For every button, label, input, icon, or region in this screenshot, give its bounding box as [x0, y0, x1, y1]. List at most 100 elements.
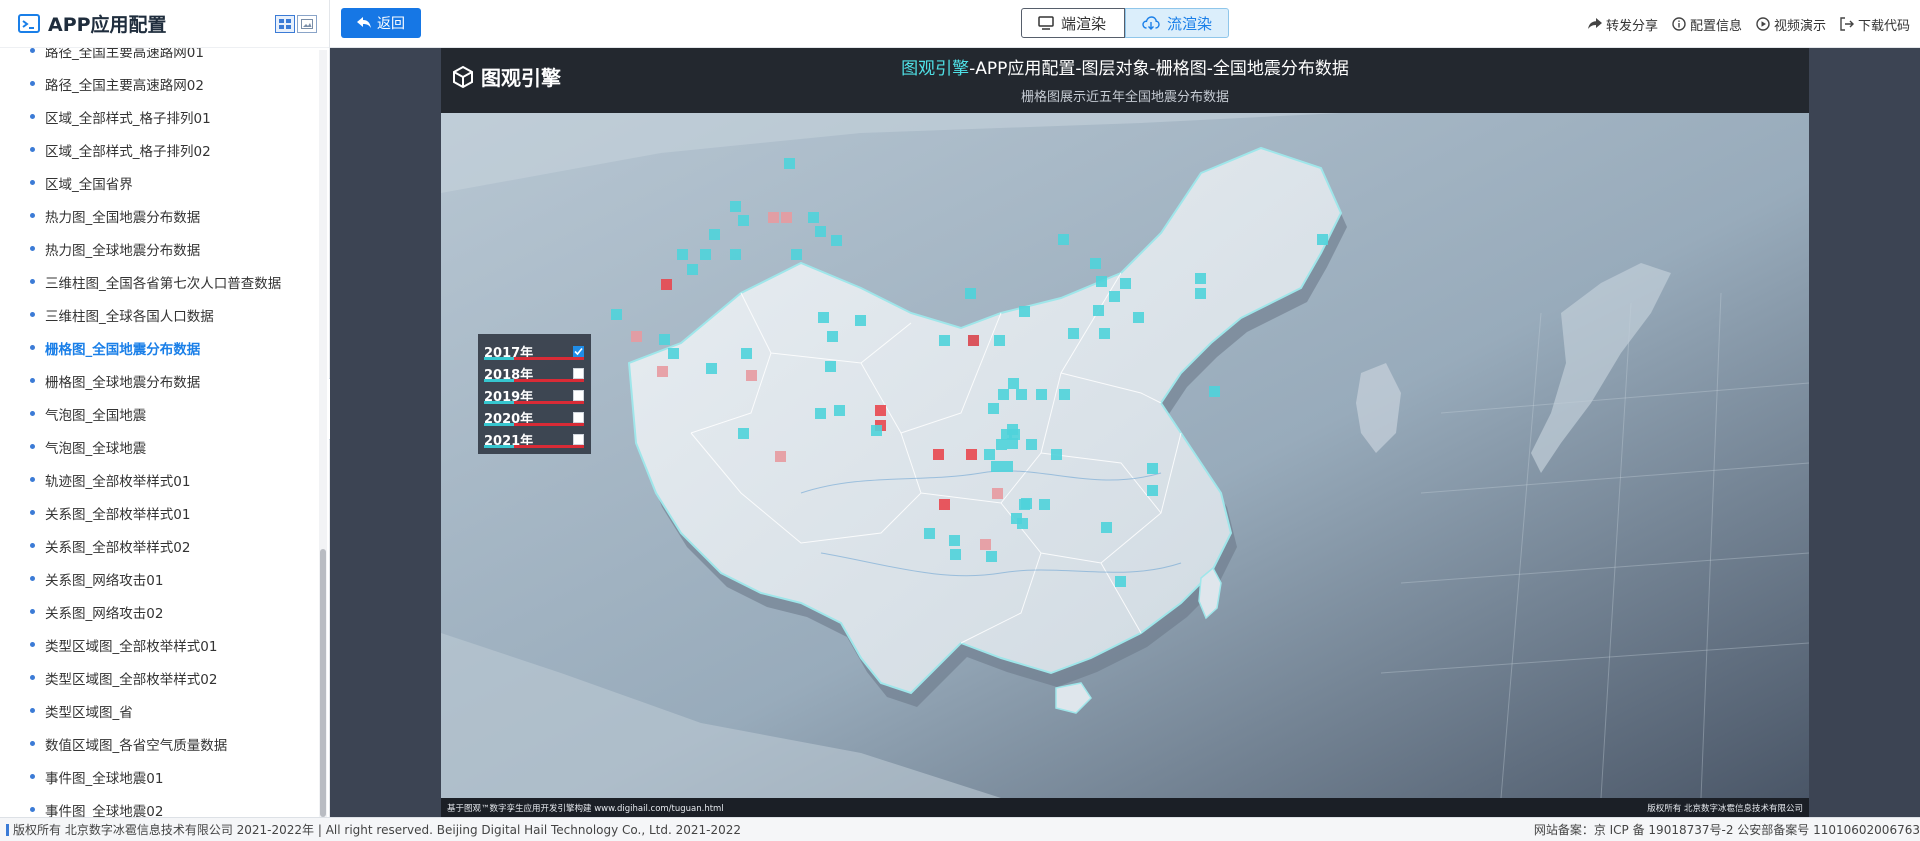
app-title: APP应用配置 [48, 14, 167, 36]
legend-checkbox[interactable] [573, 411, 584, 423]
sidebar-item[interactable]: 类型区域图_全部枚举样式01 [0, 628, 319, 661]
earthquake-cell [815, 408, 826, 419]
sidebar-item[interactable]: 气泡图_全国地震 [0, 397, 319, 430]
bullet-dot-icon [30, 708, 35, 713]
grid-view-button[interactable] [275, 14, 295, 33]
earthquake-cell [1036, 389, 1047, 400]
legend-year-toggle[interactable]: 2018年 [484, 362, 587, 384]
scrollbar-thumb[interactable] [320, 549, 326, 817]
sidebar-item[interactable]: 路径_全国主要高速路网01 [0, 48, 319, 67]
earthquake-cell [808, 212, 819, 223]
earthquake-cell [746, 370, 757, 381]
map-panel: 图观引擎 图观引擎-APP应用配置-图层对象-栅格图-全国地震分布数据 栅格图展… [441, 48, 1809, 817]
sidebar-item[interactable]: 关系图_全部枚举样式02 [0, 529, 319, 562]
sidebar-item[interactable]: 数值区域图_各省空气质量数据 [0, 727, 319, 760]
earthquake-cell [738, 428, 749, 439]
sidebar-item[interactable]: 路径_全国主要高速路网02 [0, 67, 319, 100]
app-root: APP应用配置 路径_全国主要高速路网01 路径_全国主要高速路网02 区域_全部样… [0, 0, 1920, 841]
earthquake-cell [1195, 273, 1206, 284]
earthquake-cell [992, 488, 1003, 499]
sidebar-item[interactable]: 事件图_全球地震01 [0, 760, 319, 793]
stream-render-button[interactable]: 流渲染 [1125, 8, 1229, 38]
earthquake-cell [1009, 429, 1020, 440]
sidebar-item[interactable]: 类型区域图_省 [0, 694, 319, 727]
sidebar-item[interactable]: 栅格图_全球地震分布数据 [0, 364, 319, 397]
sidebar-item[interactable]: 三维柱图_全国各省第七次人口普查数据 [0, 265, 319, 298]
config-info-label: 配置信息 [1689, 18, 1742, 34]
check-icon [574, 347, 583, 355]
image-view-button[interactable] [297, 14, 317, 33]
sidebar-item-label: 路径_全国主要高速路网01 [45, 48, 204, 61]
earthquake-cell [991, 461, 1002, 472]
sidebar-item[interactable]: 气泡图_全球地震 [0, 430, 319, 463]
earthquake-cell [1101, 522, 1112, 533]
video-demo-button[interactable]: 视频演示 [1756, 15, 1826, 34]
sidebar-item[interactable]: 关系图_网络攻击01 [0, 562, 319, 595]
end-render-button[interactable]: 端渲染 [1021, 8, 1125, 38]
map-title: 图观引擎-APP应用配置-图层对象-栅格图-全国地震分布数据 [441, 54, 1809, 79]
sidebar-item[interactable]: 三维柱图_全球各国人口数据 [0, 298, 319, 331]
sidebar: APP应用配置 路径_全国主要高速路网01 路径_全国主要高速路网02 区域_全部样… [0, 0, 330, 817]
earthquake-cell [1019, 499, 1030, 510]
bullet-dot-icon [30, 741, 35, 746]
earthquake-cell [661, 279, 672, 290]
map-footer: 基于图观™数字孪生应用开发引擎构建 www.digihail.com/tugua… [441, 798, 1809, 817]
legend-year-toggle[interactable]: 2021年 [484, 428, 587, 450]
legend-checkbox[interactable] [573, 367, 584, 379]
sidebar-item[interactable]: 事件图_全球地震02 [0, 793, 319, 817]
sidebar-scrollbar[interactable] [319, 50, 327, 817]
sidebar-item-label: 数值区域图_各省空气质量数据 [45, 737, 228, 754]
config-info-button[interactable]: 配置信息 [1672, 15, 1742, 34]
legend-checkbox[interactable] [573, 433, 584, 445]
sidebar-item[interactable]: 热力图_全国地震分布数据 [0, 199, 319, 232]
earthquake-cell [939, 335, 950, 346]
sidebar-item[interactable]: 关系图_全部枚举样式01 [0, 496, 319, 529]
legend-year-toggle[interactable]: 2019年 [484, 384, 587, 406]
legend-checkbox[interactable] [573, 345, 584, 357]
download-code-button[interactable]: 下载代码 [1840, 15, 1910, 34]
sidebar-item[interactable]: 栅格图_全国地震分布数据 [0, 331, 319, 364]
earthquake-cell [1195, 288, 1206, 299]
earthquake-cell [965, 288, 976, 299]
sidebar-item-label: 栅格图_全国地震分布数据 [45, 341, 201, 358]
legend-year-toggle[interactable]: 2017年 [484, 340, 587, 362]
map-footer-left: 基于图观™数字孪生应用开发引擎构建 www.digihail.com/tugua… [447, 803, 724, 814]
earthquake-cell [1002, 461, 1013, 472]
sidebar-item[interactable]: 类型区域图_全部枚举样式02 [0, 661, 319, 694]
sidebar-item-label: 轨迹图_全部枚举样式01 [45, 473, 191, 490]
earthquake-cell [611, 309, 622, 320]
bullet-dot-icon [30, 576, 35, 581]
earthquake-cell [1120, 278, 1131, 289]
sidebar-item[interactable]: 热力图_全球地震分布数据 [0, 232, 319, 265]
legend-year-toggle[interactable]: 2020年 [484, 406, 587, 428]
back-button[interactable]: 返回 [341, 8, 421, 38]
sidebar-item[interactable]: 关系图_网络攻击02 [0, 595, 319, 628]
bullet-dot-icon [30, 147, 35, 152]
earthquake-cell [657, 366, 668, 377]
bullet-dot-icon [30, 444, 35, 449]
map-canvas[interactable] [441, 113, 1809, 798]
sidebar-item-label: 关系图_网络攻击02 [45, 605, 164, 622]
earthquake-cell [827, 331, 838, 342]
legend-checkbox[interactable] [573, 389, 584, 401]
sidebar-item[interactable]: 区域_全部样式_格子排列02 [0, 133, 319, 166]
legend-color-bar [484, 357, 584, 360]
earthquake-cell [1209, 386, 1220, 397]
sidebar-item[interactable]: 区域_全国省界 [0, 166, 319, 199]
sidebar-item-label: 气泡图_全球地震 [45, 440, 147, 457]
earthquake-cell [871, 425, 882, 436]
sidebar-item-label: 类型区域图_全部枚举样式01 [45, 638, 218, 655]
earthquake-cell [1133, 312, 1144, 323]
sidebar-item[interactable]: 轨迹图_全部枚举样式01 [0, 463, 319, 496]
earthquake-cell [1147, 463, 1158, 474]
bullet-dot-icon [30, 675, 35, 680]
bullet-dot-icon [30, 279, 35, 284]
earthquake-cell [738, 215, 749, 226]
bullet-dot-icon [30, 81, 35, 86]
share-button[interactable]: 转发分享 [1587, 15, 1658, 34]
sidebar-item[interactable]: 区域_全部样式_格子排列01 [0, 100, 319, 133]
earthquake-cell [1039, 499, 1050, 510]
sidebar-item-label: 类型区域图_省 [45, 704, 133, 721]
earthquake-cell [984, 449, 995, 460]
earthquake-cell [924, 528, 935, 539]
